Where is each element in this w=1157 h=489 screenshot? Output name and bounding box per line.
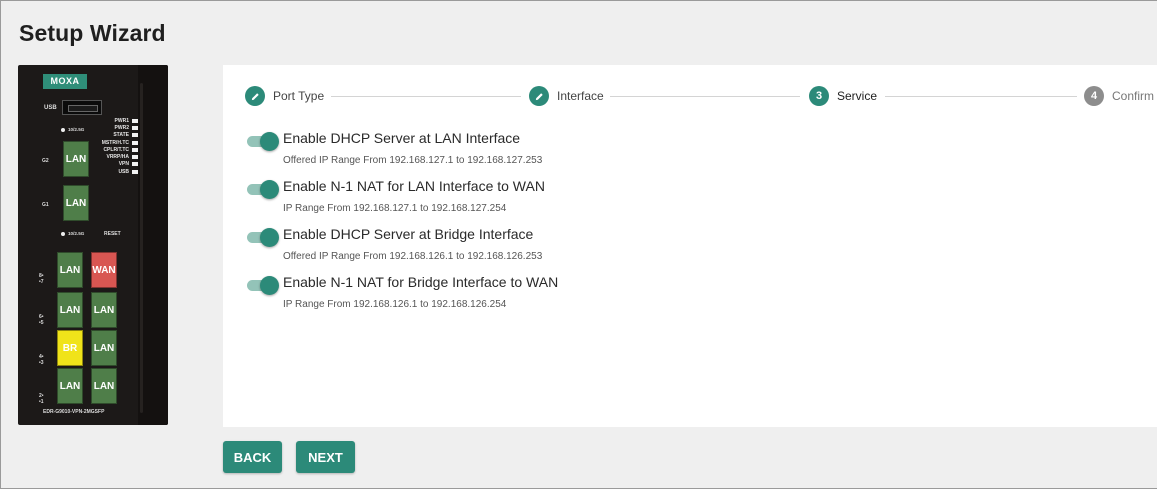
led-icon: [132, 133, 138, 138]
port-7-wan: WAN: [91, 252, 117, 288]
step-connector: [331, 96, 521, 97]
page-title: Setup Wizard: [19, 20, 166, 46]
led-label: PWR1: [114, 117, 129, 124]
port-3-lan: LAN: [91, 330, 117, 366]
speed-label: 10/2.5G: [68, 231, 85, 236]
step-connector: [885, 96, 1077, 97]
port-g1-lan: LAN: [63, 185, 89, 221]
port-1-lan: LAN: [91, 368, 117, 404]
moxa-logo: MOXA: [43, 74, 87, 89]
edit-pencil-icon: [529, 86, 549, 106]
usb-port: [62, 100, 102, 115]
option-subtitle: Offered IP Range From 192.168.126.1 to 1…: [283, 251, 543, 262]
led-row: PWR1: [78, 117, 138, 124]
step-number-badge: 4: [1084, 86, 1104, 106]
step-confirm[interactable]: 4 Confirm: [1084, 86, 1154, 106]
port-8-lan: LAN: [57, 252, 83, 288]
next-button[interactable]: NEXT: [296, 441, 355, 473]
port-pair-label: 2• •1: [39, 393, 44, 405]
port-group-label-g1: G1: [42, 202, 49, 208]
led-icon: [132, 125, 138, 130]
led-icon: [132, 155, 138, 160]
led-label: CPLR/T.TC: [103, 146, 129, 153]
port-pair-label: 4• •3: [39, 354, 44, 366]
led-row: STATE: [78, 132, 138, 139]
led-label: PWR2: [114, 124, 129, 131]
dhcp-bridge-toggle[interactable]: [245, 228, 279, 247]
step-label: Port Type: [273, 89, 325, 103]
led-icon: [132, 118, 138, 123]
speed-led-icon: [61, 127, 65, 132]
device-model-label: EDR-G9010-VPN-2MGSFP: [43, 409, 105, 415]
port-5-lan: LAN: [91, 292, 117, 328]
port-2-lan: LAN: [57, 368, 83, 404]
edit-pencil-icon: [245, 86, 265, 106]
speed-indicator-top: 10/2.5G: [61, 127, 84, 132]
wizard-stepper: Port Type Interface 3 Service 4 Confirm: [223, 65, 1157, 129]
option-title: Enable N-1 NAT for LAN Interface to WAN: [283, 178, 545, 194]
option-title: Enable DHCP Server at LAN Interface: [283, 130, 521, 146]
step-service[interactable]: 3 Service: [809, 86, 877, 106]
option-title: Enable DHCP Server at Bridge Interface: [283, 226, 534, 242]
port-4-br: BR: [57, 330, 83, 366]
led-icon: [132, 140, 138, 145]
port-g2-lan: LAN: [63, 141, 89, 177]
led-row: PWR2: [78, 124, 138, 131]
step-label: Service: [837, 89, 878, 103]
port-pair-label: 8• •7: [39, 273, 44, 285]
step-label: Confirm: [1112, 89, 1155, 103]
speed-led-icon: [61, 231, 65, 236]
option-subtitle: Offered IP Range From 192.168.127.1 to 1…: [283, 155, 543, 166]
port-group-label-g2: G2: [42, 158, 49, 164]
led-label: VRRP/HA: [106, 154, 129, 161]
dhcp-lan-toggle[interactable]: [245, 132, 279, 151]
step-label: Interface: [557, 89, 604, 103]
step-number-badge: 3: [809, 86, 829, 106]
option-title: Enable N-1 NAT for Bridge Interface to W…: [283, 274, 559, 290]
option-subtitle: IP Range From 192.168.126.1 to 192.168.1…: [283, 299, 507, 310]
step-interface[interactable]: Interface: [529, 86, 604, 106]
port-6-lan: LAN: [57, 292, 83, 328]
led-label: MSTR/H.TC: [101, 139, 129, 146]
step-port-type[interactable]: Port Type: [245, 86, 324, 106]
port-pair-label: 6• •5: [39, 314, 44, 326]
speed-label: 10/2.5G: [68, 127, 85, 132]
nat-bridge-toggle[interactable]: [245, 276, 279, 295]
led-icon: [132, 147, 138, 152]
reset-label: RESET: [104, 231, 121, 237]
nat-lan-toggle[interactable]: [245, 180, 279, 199]
led-label: USB: [118, 168, 129, 175]
speed-indicator-bottom: 10/2.5G: [61, 231, 84, 236]
step-connector: [610, 96, 800, 97]
led-icon: [132, 162, 138, 167]
wizard-card: Port Type Interface 3 Service 4 Confirm …: [223, 65, 1157, 427]
led-icon: [132, 169, 138, 174]
device-front-panel: MOXA USB PWR1 PWR2 STATE MSTR/H.TC CPLR/…: [18, 65, 168, 425]
device-side-rail: [138, 65, 168, 425]
led-label: VPN: [118, 161, 129, 168]
back-button[interactable]: BACK: [223, 441, 282, 473]
led-label: STATE: [113, 132, 129, 139]
option-subtitle: IP Range From 192.168.127.1 to 192.168.1…: [283, 203, 507, 214]
usb-port-label: USB: [44, 105, 57, 111]
